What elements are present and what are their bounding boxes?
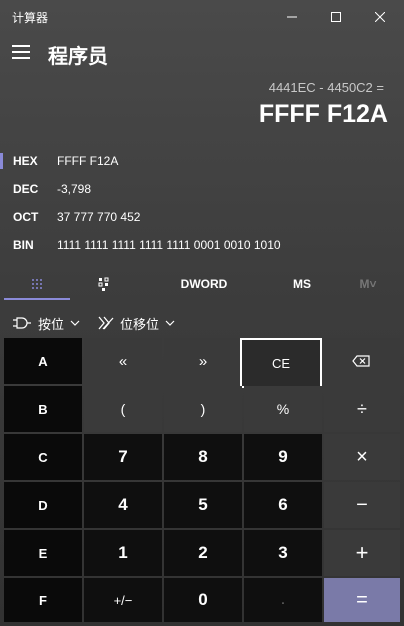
base-value: 37 777 770 452: [57, 210, 141, 224]
base-row-hex[interactable]: HEX FFFF F12A: [0, 147, 404, 175]
key-5[interactable]: 5: [164, 482, 242, 528]
logic-gate-icon: [13, 317, 31, 329]
memory-recall-button[interactable]: M˅: [340, 268, 396, 300]
bitwise-label: 按位: [38, 317, 65, 333]
bitshift-dropdown[interactable]: 位移位: [98, 312, 175, 334]
calculator-window: 计算器 程序员 4441EC - 4450C2 = FFFF F12A HEX …: [0, 0, 404, 626]
word-size-button[interactable]: DWORD: [162, 268, 246, 300]
base-value: -3,798: [57, 182, 92, 196]
selected-indicator: [0, 153, 3, 169]
key-close-paren[interactable]: ): [164, 386, 242, 432]
key-divide[interactable]: ÷: [324, 386, 400, 432]
base-row-dec[interactable]: DEC -3,798: [0, 175, 404, 203]
key-7[interactable]: 7: [84, 434, 162, 480]
tab-bit-toggling[interactable]: [74, 268, 134, 300]
key-negate[interactable]: +/−: [84, 578, 162, 622]
base-value: FFFF F12A: [57, 154, 119, 168]
bitshift-icon: [98, 316, 114, 330]
key-backspace[interactable]: [322, 338, 400, 384]
key-6[interactable]: 6: [244, 482, 322, 528]
minimize-icon: [287, 16, 297, 18]
key-clear-entry[interactable]: CE: [240, 338, 322, 388]
minimize-button[interactable]: [270, 0, 314, 34]
keypad-icon: [32, 279, 42, 289]
key-mod[interactable]: %: [244, 386, 322, 432]
bitshift-label: 位移位: [120, 317, 160, 333]
base-value: 1111 1111 1111 1111 1111 0001 0010 1010: [57, 238, 281, 252]
key-b[interactable]: B: [4, 386, 82, 432]
key-right-shift[interactable]: »: [164, 338, 242, 384]
close-icon: [375, 12, 385, 22]
bit-toggle-icon: [98, 277, 109, 291]
active-tab-indicator: [4, 298, 70, 300]
chevron-down-icon: [165, 320, 175, 326]
base-label: OCT: [13, 210, 39, 224]
close-button[interactable]: [358, 0, 402, 34]
mode-title: 程序员: [48, 44, 108, 68]
menu-icon: [12, 45, 30, 47]
key-add[interactable]: +: [324, 530, 400, 576]
title-bar[interactable]: 计算器: [0, 0, 404, 34]
key-open-paren[interactable]: (: [84, 386, 162, 432]
key-subtract[interactable]: −: [324, 482, 400, 528]
maximize-icon: [331, 12, 341, 22]
keypad: A « » CE B ( ) % ÷ C 7 8 9 × D 4 5 6 − E…: [4, 338, 400, 622]
key-decimal[interactable]: .: [244, 578, 322, 622]
base-label: DEC: [13, 182, 39, 196]
key-d[interactable]: D: [4, 482, 82, 528]
key-multiply[interactable]: ×: [324, 434, 400, 480]
base-row-bin[interactable]: BIN 1111 1111 1111 1111 1111 0001 0010 1…: [0, 231, 404, 259]
key-0[interactable]: 0: [164, 578, 242, 622]
base-label: BIN: [13, 238, 34, 252]
header: 程序员: [0, 34, 404, 74]
tab-full-keypad[interactable]: [4, 268, 70, 300]
bitwise-dropdown[interactable]: 按位: [12, 312, 80, 334]
key-e[interactable]: E: [4, 530, 82, 576]
key-4[interactable]: 4: [84, 482, 162, 528]
key-left-shift[interactable]: «: [84, 338, 162, 384]
window-title: 计算器: [12, 11, 49, 25]
operations-bar: 按位 位移位: [0, 308, 404, 338]
base-label: HEX: [13, 154, 38, 168]
key-3[interactable]: 3: [244, 530, 322, 576]
mode-tabs: DWORD MS M˅: [0, 268, 404, 300]
base-row-oct[interactable]: OCT 37 777 770 452: [0, 203, 404, 231]
key-c[interactable]: C: [4, 434, 82, 480]
key-1[interactable]: 1: [84, 530, 162, 576]
key-a[interactable]: A: [4, 338, 82, 384]
key-2[interactable]: 2: [164, 530, 242, 576]
maximize-button[interactable]: [314, 0, 358, 34]
expression-display: 4441EC - 4450C2 =: [268, 80, 384, 95]
menu-button[interactable]: [12, 45, 30, 59]
key-f[interactable]: F: [4, 578, 82, 622]
backspace-icon: [352, 355, 370, 367]
key-8[interactable]: 8: [164, 434, 242, 480]
result-display: FFFF F12A: [258, 100, 388, 128]
chevron-down-icon: [70, 320, 80, 326]
memory-store-button[interactable]: MS: [272, 268, 332, 300]
key-9[interactable]: 9: [244, 434, 322, 480]
key-equals[interactable]: =: [324, 578, 400, 622]
